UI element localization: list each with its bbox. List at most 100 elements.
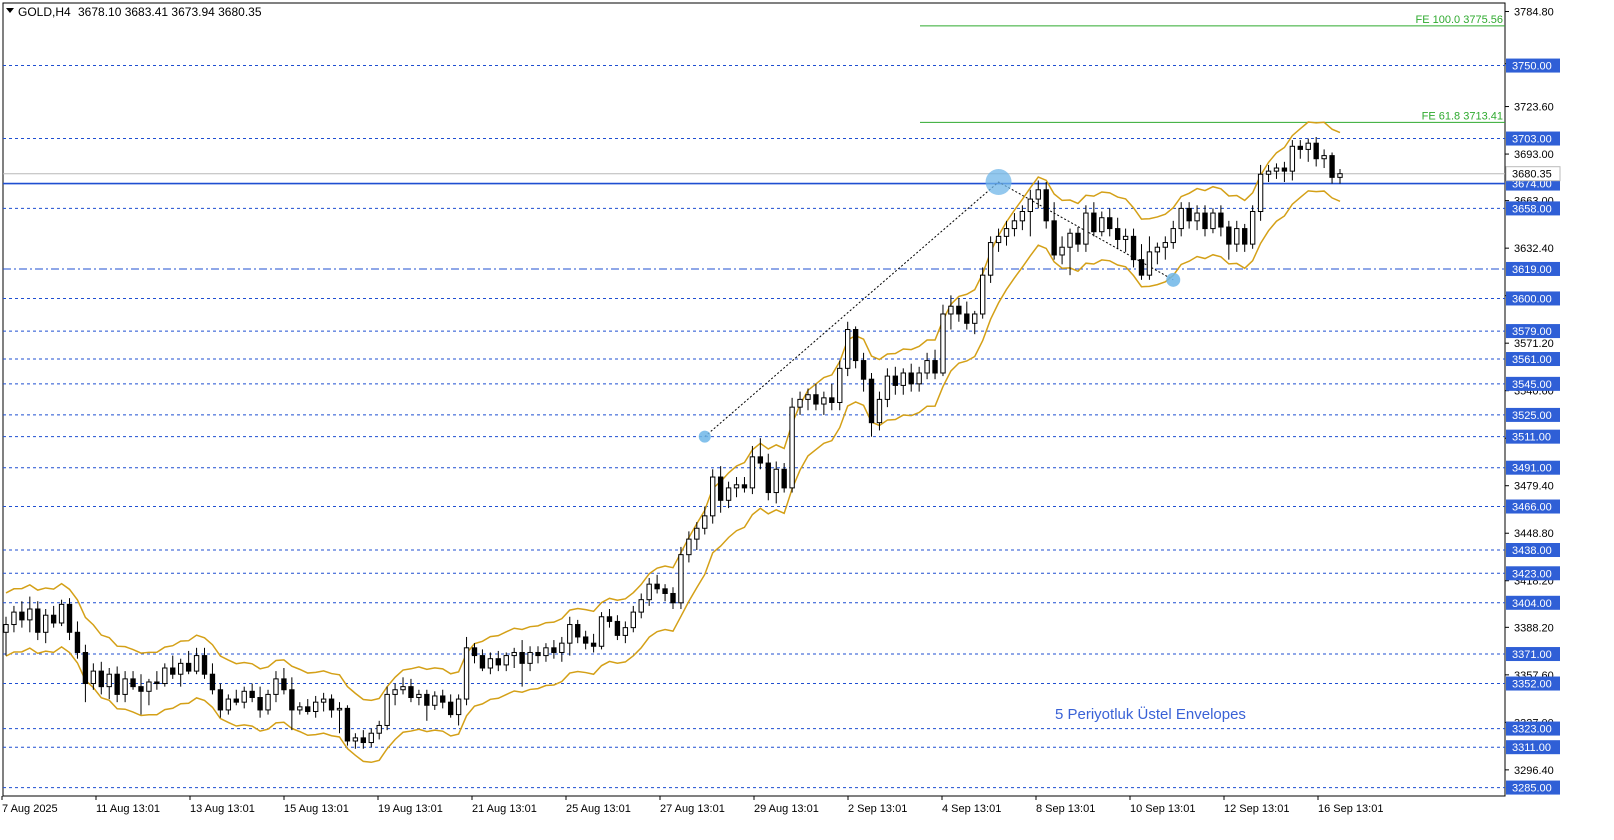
current-price-label: 3680.35 <box>1512 169 1552 181</box>
candle-body <box>829 397 835 403</box>
candle-body <box>27 608 33 621</box>
level-price-label: 3525.00 <box>1512 410 1552 422</box>
candle-body <box>471 647 478 657</box>
level-price-label: 3491.00 <box>1512 463 1552 475</box>
candle-body <box>598 616 605 647</box>
level-price-label: 3658.00 <box>1512 203 1552 215</box>
candle-body <box>495 658 501 666</box>
candle-body <box>662 588 668 594</box>
candle-body <box>773 468 779 494</box>
candle <box>344 705 351 746</box>
candle-body <box>1337 173 1343 178</box>
candle <box>837 360 843 411</box>
candle-body <box>1051 220 1057 256</box>
candle-body <box>543 647 549 657</box>
level-price-label: 3511.00 <box>1512 432 1551 444</box>
candle-body <box>1202 212 1208 230</box>
candle-body <box>1249 211 1256 245</box>
level-price-label: 3438.00 <box>1512 545 1552 557</box>
candle <box>845 321 851 377</box>
level-price-label: 3561.00 <box>1512 354 1552 366</box>
price-tick-label: 3693.00 <box>1514 149 1554 161</box>
candle-body <box>757 456 764 464</box>
candle-body <box>1234 228 1240 245</box>
time-tick-label: 10 Sep 13:01 <box>1130 803 1195 815</box>
candle-body <box>19 611 25 621</box>
symbol-header: GOLD,H4 3678.10 3683.41 3673.94 3680.35 <box>6 5 262 19</box>
candle-body <box>408 686 414 699</box>
price-tick-label: 3296.40 <box>1514 765 1554 777</box>
candle-body <box>567 624 573 644</box>
candle-body <box>797 398 803 408</box>
candle-body <box>455 698 462 716</box>
time-axis[interactable]: 7 Aug 2025 11 Aug 13:01 13 Aug 13:01 15 Aug… <box>1 796 1383 815</box>
candle-body <box>432 695 438 706</box>
candle-body <box>1170 228 1176 244</box>
candle-body <box>114 673 120 695</box>
candle-body <box>995 235 1002 244</box>
fibo-level-label: FE 100.0 3775.56 <box>1416 14 1503 26</box>
level-price-label: 3323.00 <box>1512 724 1552 736</box>
candle-body <box>305 706 311 712</box>
candle-body <box>805 394 811 400</box>
candle-body <box>384 693 390 726</box>
candle-body <box>312 701 319 712</box>
price-tick-label: 3632.40 <box>1514 243 1554 255</box>
candle-body <box>360 737 367 744</box>
candle-body <box>852 329 859 362</box>
candle-body <box>43 614 49 633</box>
candle-body <box>447 701 454 716</box>
swing-high-marker <box>985 169 1012 196</box>
candle <box>598 612 605 650</box>
candle-body <box>1114 228 1121 240</box>
candle-body <box>614 620 621 636</box>
candle-body <box>1273 167 1280 172</box>
candle-body <box>368 732 374 744</box>
swing-low-marker <box>698 430 711 443</box>
candle-body <box>1321 155 1327 160</box>
candle-body <box>1257 173 1264 213</box>
candle-body <box>178 662 184 675</box>
candle-body <box>1083 212 1089 245</box>
time-tick-label: 29 Aug 13:01 <box>754 803 819 815</box>
candle <box>940 304 946 377</box>
time-tick-label: 11 Aug 13:01 <box>96 803 160 815</box>
candle-body <box>1091 212 1097 233</box>
price-chart[interactable]: FE 100.0 3775.56 FE 61.8 3713.41 3784.80 3… <box>0 0 1614 840</box>
candle-body <box>130 678 136 688</box>
time-tick-label: 2 Sep 13:01 <box>848 803 907 815</box>
candle-body <box>170 667 176 675</box>
price-axis[interactable]: 3784.803751.203723.603693.003663.003632.… <box>1505 7 1561 795</box>
candle-body <box>1297 145 1303 150</box>
time-tick-label: 12 Sep 13:01 <box>1224 803 1289 815</box>
level-price-label: 3311.00 <box>1512 742 1551 754</box>
candle-body <box>138 686 144 692</box>
candle-body <box>964 313 970 324</box>
candle-body <box>201 655 208 675</box>
candle-body <box>924 360 930 374</box>
candle-body <box>717 476 724 501</box>
candle-body <box>1075 232 1081 245</box>
candle-body <box>1226 226 1232 245</box>
level-price-label: 3285.00 <box>1512 783 1552 795</box>
ohlc-values: 3678.10 3683.41 3673.94 3680.35 <box>78 5 262 19</box>
candle-body <box>1130 235 1137 261</box>
candle-body <box>233 698 239 703</box>
candle-body <box>1154 246 1161 253</box>
candle-body <box>860 360 867 380</box>
candle-body <box>344 707 351 742</box>
candle-body <box>694 527 700 540</box>
candle-body <box>535 651 541 657</box>
candle-body <box>241 690 247 703</box>
level-price-label: 3423.00 <box>1512 568 1552 580</box>
candle-body <box>336 707 343 711</box>
candle-body <box>82 651 89 685</box>
candle-body <box>1099 217 1105 233</box>
candle-body <box>551 647 557 653</box>
candle-body <box>162 667 168 685</box>
candle-body <box>1067 232 1073 248</box>
indicator-annotation: 5 Periyotluk Üstel Envelopes <box>1055 705 1246 723</box>
candle-body <box>257 697 263 711</box>
candle-body <box>281 678 287 691</box>
candle-body <box>582 636 589 644</box>
